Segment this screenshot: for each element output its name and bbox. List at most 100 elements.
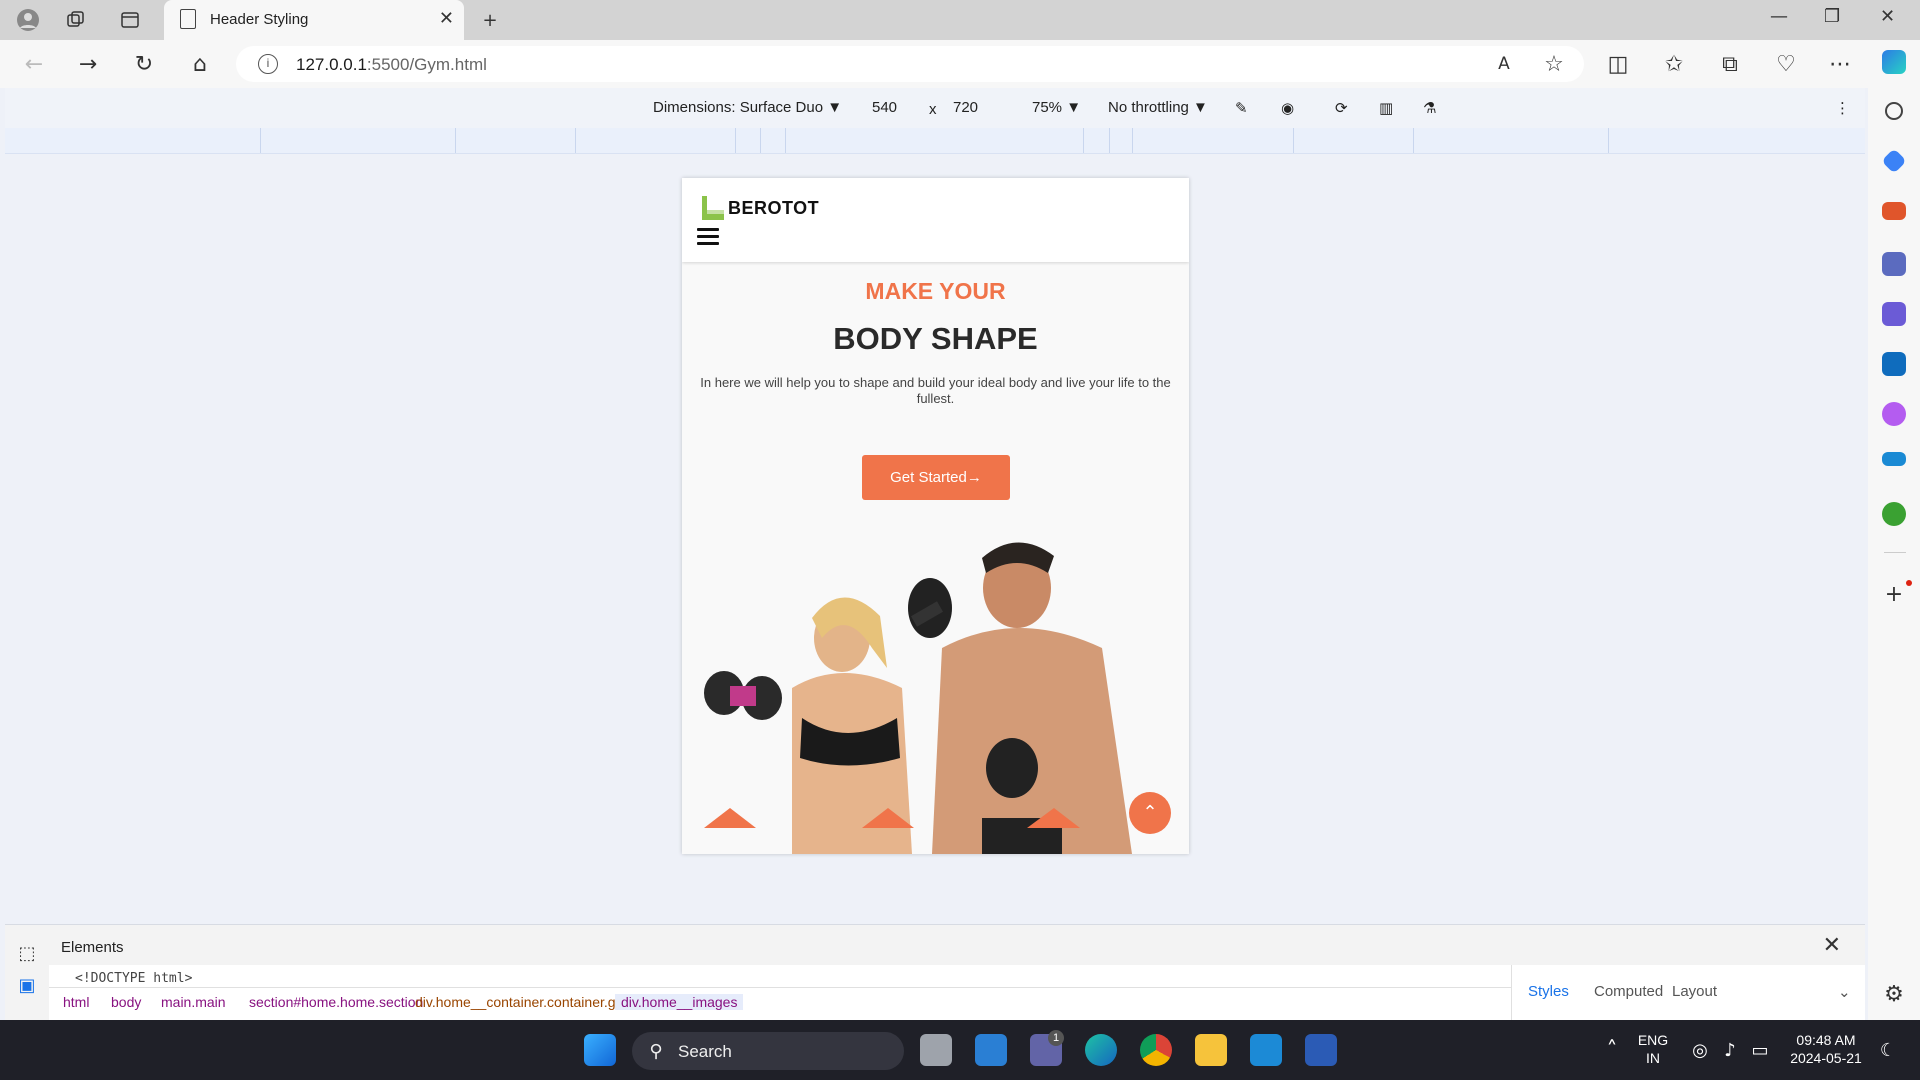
dimensions-dropdown[interactable]: Dimensions: Surface Duo ▼	[653, 99, 842, 116]
tab-header-styling[interactable]: Header Styling ✕	[164, 0, 464, 40]
vertical-tabs-icon[interactable]	[118, 8, 142, 32]
copilot-icon[interactable]	[1882, 50, 1906, 74]
designer-icon[interactable]	[1882, 402, 1906, 426]
split-screen-icon[interactable]: ◫	[1604, 50, 1632, 78]
breadcrumb-item[interactable]: section#home.home.section	[249, 994, 423, 1010]
file-explorer-icon[interactable]	[1195, 1034, 1227, 1066]
language-code[interactable]: ENG	[1636, 1032, 1670, 1048]
minimize-icon[interactable]: —	[1770, 6, 1788, 27]
throttling-dropdown[interactable]: No throttling ▼	[1108, 99, 1208, 116]
scroll-up-button[interactable]: ⌃	[1129, 792, 1171, 834]
breadcrumb-item[interactable]: body	[111, 994, 141, 1010]
vision-icon[interactable]: ◉	[1281, 99, 1294, 117]
taskbar-search[interactable]: ⚲ Search	[632, 1032, 904, 1070]
media-query-segment[interactable]	[575, 128, 576, 153]
media-query-segment[interactable]	[785, 128, 786, 153]
media-query-segment[interactable]	[260, 128, 261, 153]
height-input[interactable]: 720	[953, 99, 978, 116]
shopping-icon[interactable]	[1881, 148, 1907, 174]
media-query-segment[interactable]	[1109, 128, 1110, 153]
workspaces-icon[interactable]	[64, 8, 88, 32]
browser-essentials-icon[interactable]: ♡	[1772, 50, 1800, 78]
word-icon[interactable]	[1305, 1034, 1337, 1066]
media-query-segment[interactable]	[760, 128, 761, 153]
more-options-icon[interactable]: ⋯	[1826, 50, 1854, 78]
tools-icon[interactable]	[1882, 202, 1906, 220]
get-started-button[interactable]: Get Started→	[862, 455, 1010, 500]
inspect-icon[interactable]: ⬚	[13, 939, 41, 967]
close-icon[interactable]: ✕	[439, 8, 454, 29]
clock-date[interactable]: 2024-05-21	[1786, 1050, 1866, 1066]
logo-text[interactable]: BEROTOT	[728, 198, 819, 219]
home-icon[interactable]: ⌂	[186, 50, 214, 78]
info-icon[interactable]: i	[258, 54, 278, 74]
dom-code-line[interactable]: <!DOCTYPE html>	[75, 971, 192, 986]
tab-styles[interactable]: Styles	[1528, 983, 1569, 1000]
window-close-icon[interactable]: ✕	[1880, 6, 1895, 27]
url-host: 127.0.0.1	[296, 55, 367, 74]
url-path: :5500/Gym.html	[366, 55, 487, 74]
breadcrumb-item[interactable]: div.home__container.container.grid	[415, 994, 631, 1010]
battery-icon[interactable]: ▭	[1746, 1036, 1774, 1064]
restore-icon[interactable]: ❐	[1824, 6, 1840, 27]
breadcrumb-item[interactable]: main.main	[161, 994, 226, 1010]
tab-computed[interactable]: Computed	[1594, 983, 1663, 1000]
volume-icon[interactable]: ♪	[1716, 1036, 1744, 1064]
experiments-icon[interactable]: ⚗	[1423, 99, 1436, 117]
edge-icon[interactable]	[1085, 1034, 1117, 1066]
tab-title: Header Styling	[210, 11, 309, 28]
breadcrumb-item[interactable]: html	[63, 994, 89, 1010]
toolbar-more-icon[interactable]: ⋮	[1835, 99, 1850, 117]
media-query-segment[interactable]	[1413, 128, 1414, 153]
devtools-close-icon[interactable]: ✕	[1823, 933, 1841, 958]
breadcrumb-item[interactable]: div.home__images	[615, 994, 744, 1010]
eyedropper-icon[interactable]: ✎	[1235, 99, 1248, 117]
task-view-icon[interactable]	[920, 1034, 952, 1066]
search-icon[interactable]	[1885, 102, 1903, 120]
media-query-segment[interactable]	[1608, 128, 1609, 153]
profile-icon[interactable]	[16, 8, 40, 32]
device-emulation-icon[interactable]: ▣	[13, 971, 41, 999]
language-region[interactable]: IN	[1636, 1050, 1670, 1066]
tray-chevron-icon[interactable]: ˄	[1598, 1036, 1626, 1064]
media-query-segment[interactable]	[1083, 128, 1084, 153]
media-query-segment[interactable]	[1132, 128, 1133, 153]
rotate-icon[interactable]: ⟳	[1335, 99, 1348, 117]
clock-time[interactable]: 09:48 AM	[1786, 1032, 1866, 1048]
url-input[interactable]: i 127.0.0.1:5500/Gym.html A ☆	[236, 46, 1584, 82]
dual-screen-icon[interactable]: ▥	[1379, 99, 1393, 117]
chrome-icon[interactable]	[1140, 1034, 1172, 1066]
widgets-icon[interactable]	[975, 1034, 1007, 1066]
collections-icon[interactable]: ⧉	[1716, 50, 1744, 78]
read-aloud-icon[interactable]: A	[1490, 50, 1518, 78]
settings-gear-icon[interactable]: ⚙	[1880, 980, 1908, 1008]
media-query-segment[interactable]	[735, 128, 736, 153]
browser-tab-bar: Header Styling ✕ + — ❐ ✕	[0, 0, 1920, 40]
send-icon[interactable]	[1882, 452, 1906, 466]
menu-toggle-icon[interactable]	[697, 228, 719, 246]
chevron-down-icon[interactable]: ⌄	[1838, 983, 1851, 1001]
favorites-icon[interactable]: ✩	[1660, 50, 1688, 78]
favorite-star-icon[interactable]: ☆	[1540, 50, 1568, 78]
elements-tab[interactable]: Elements	[61, 939, 124, 956]
forward-icon[interactable]: →	[74, 50, 102, 78]
get-started-label: Get Started	[890, 469, 967, 486]
vscode-icon[interactable]	[1250, 1034, 1282, 1066]
add-icon[interactable]: +	[1880, 580, 1908, 608]
outlook-icon[interactable]	[1882, 352, 1906, 376]
page-icon	[180, 9, 196, 29]
start-icon[interactable]	[584, 1034, 616, 1066]
microsoft365-icon[interactable]	[1882, 302, 1906, 326]
width-input[interactable]: 540	[872, 99, 897, 116]
tree-icon[interactable]	[1882, 502, 1906, 526]
media-query-segment[interactable]	[455, 128, 456, 153]
tab-layout[interactable]: Layout	[1672, 983, 1717, 1000]
notification-icon[interactable]: ☾	[1874, 1036, 1902, 1064]
zoom-dropdown[interactable]: 75% ▼	[1032, 99, 1081, 116]
back-icon[interactable]: ←	[20, 50, 48, 78]
media-query-segment[interactable]	[1293, 128, 1294, 153]
network-icon[interactable]: ◎	[1686, 1036, 1714, 1064]
refresh-icon[interactable]: ↻	[130, 50, 158, 78]
games-icon[interactable]	[1882, 252, 1906, 276]
new-tab-icon[interactable]: +	[478, 8, 502, 32]
